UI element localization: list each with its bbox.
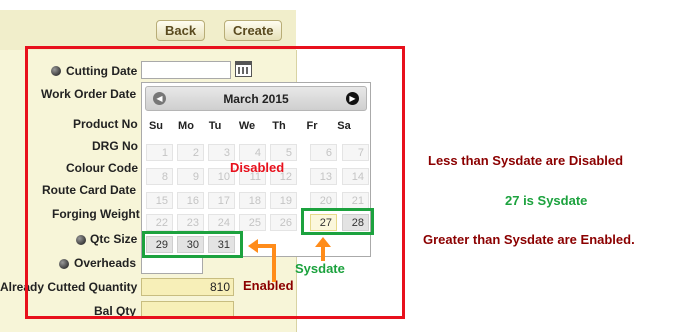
note-less-than-sysdate: Less than Sysdate are Disabled (428, 153, 624, 168)
note-greater-than-sysdate: Greater than Sysdate are Enabled. (423, 232, 635, 247)
note-sysdate: 27 is Sysdate (505, 193, 588, 208)
enabled-arrow-icon (248, 239, 276, 282)
create-button[interactable]: Create (224, 20, 283, 41)
back-button[interactable]: Back (156, 20, 206, 41)
highlight-box-sysdate (301, 208, 374, 235)
sysdate-arrow-icon (315, 237, 331, 261)
disabled-annotation: Disabled (230, 160, 285, 175)
highlight-box-red (25, 46, 405, 319)
highlight-box-enabled (142, 231, 243, 258)
sysdate-annotation: Sysdate (295, 261, 345, 276)
